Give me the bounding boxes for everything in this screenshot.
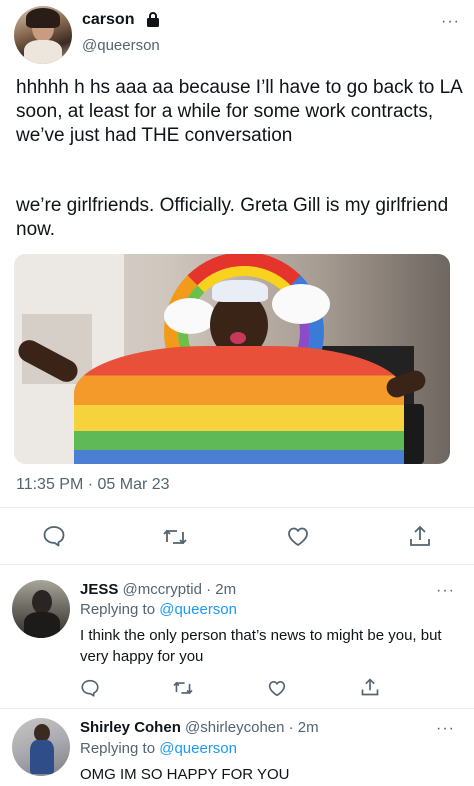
lock-icon <box>146 12 160 27</box>
reply-header: Shirley Cohen @shirleycohen · 2m <box>80 719 319 736</box>
tweet-media[interactable] <box>14 254 450 464</box>
tweet-text: hhhhh h hs aaa aa because I’ll have to g… <box>16 77 462 146</box>
display-name[interactable]: carson <box>82 11 134 29</box>
replying-label: Replying to <box>80 601 156 618</box>
divider <box>0 564 474 565</box>
handle-time[interactable]: @shirleycohen · 2m <box>185 719 319 736</box>
retweet-icon[interactable] <box>162 526 188 548</box>
share-icon[interactable] <box>408 524 432 548</box>
replying-label: Replying to <box>80 740 156 757</box>
handle-time[interactable]: @mccryptid · 2m <box>123 581 237 598</box>
avatar[interactable] <box>14 6 72 64</box>
reply-text: I think the only person that’s news to m… <box>80 627 442 665</box>
share-icon[interactable] <box>360 677 380 697</box>
like-icon[interactable] <box>286 525 310 547</box>
divider <box>0 507 474 508</box>
replying-handle[interactable]: @queerson <box>159 601 237 618</box>
like-icon[interactable] <box>267 679 287 697</box>
tweet-timestamp[interactable]: 11:35 PM · 05 Mar 23 <box>16 476 170 494</box>
tweet-text-2: we’re girlfriends. Officially. Greta Gil… <box>16 195 449 240</box>
avatar[interactable] <box>12 580 70 638</box>
reply-icon[interactable] <box>42 525 66 547</box>
display-name[interactable]: Shirley Cohen <box>80 719 181 736</box>
replying-to: Replying to @queerson <box>80 601 237 618</box>
replying-handle[interactable]: @queerson <box>159 740 237 757</box>
reply-icon[interactable] <box>80 679 100 697</box>
display-name[interactable]: JESS <box>80 581 118 598</box>
avatar[interactable] <box>12 718 70 776</box>
more-icon[interactable]: ··· <box>441 13 460 31</box>
retweet-icon[interactable] <box>172 679 194 697</box>
reply-text: OMG IM SO HAPPY FOR YOU <box>80 766 290 783</box>
handle[interactable]: @queerson <box>82 37 160 54</box>
replying-to: Replying to @queerson <box>80 740 237 757</box>
more-icon[interactable]: ··· <box>436 582 455 600</box>
reply-header: JESS @mccryptid · 2m <box>80 581 236 598</box>
more-icon[interactable]: ··· <box>436 720 455 738</box>
divider <box>0 708 474 709</box>
